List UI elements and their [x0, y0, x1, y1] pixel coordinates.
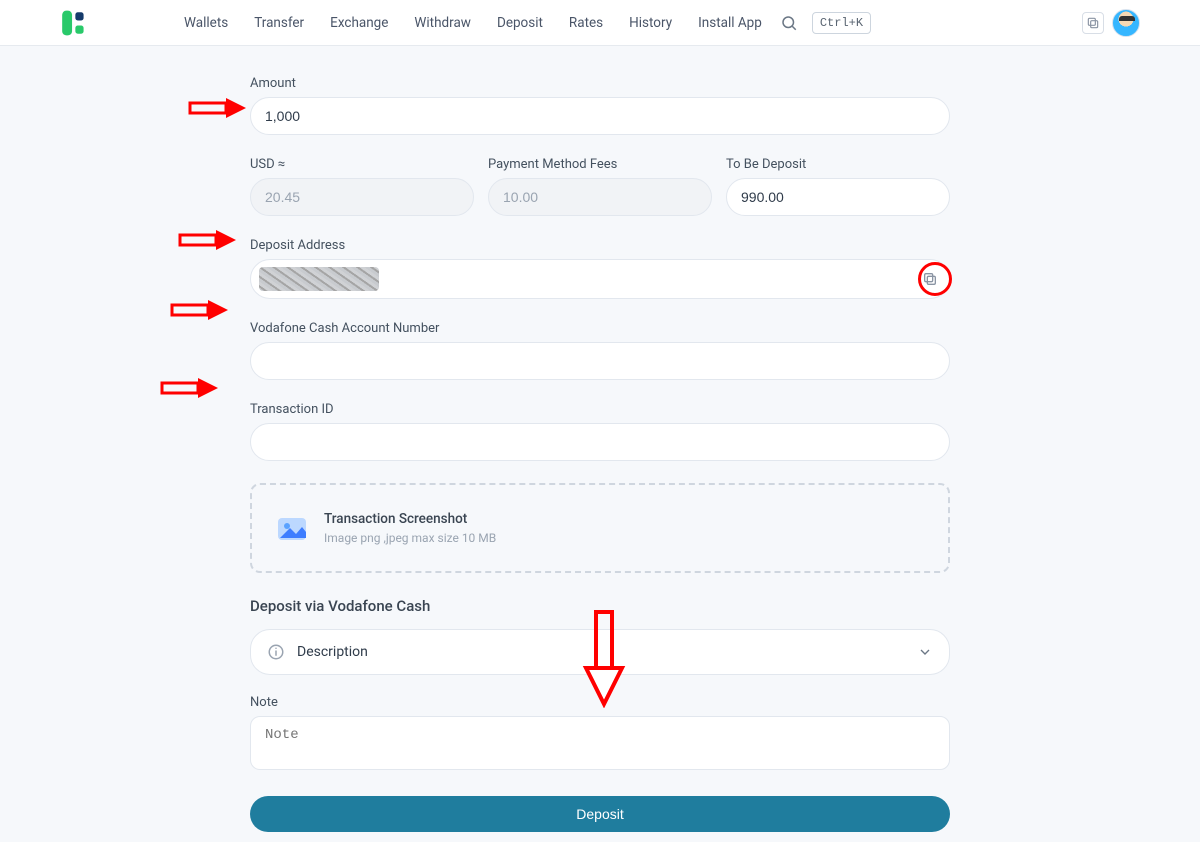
- nav-wallets[interactable]: Wallets: [184, 15, 228, 31]
- vodafone-input[interactable]: [250, 342, 950, 380]
- nav-deposit[interactable]: Deposit: [497, 15, 543, 31]
- annotation-arrow-vodafone: [170, 296, 232, 324]
- deposit-submit-button[interactable]: Deposit: [250, 796, 950, 832]
- note-group: Note: [250, 695, 950, 774]
- vodafone-label: Vodafone Cash Account Number: [250, 321, 950, 336]
- description-label: Description: [297, 644, 368, 660]
- annotation-arrow-address: [178, 226, 240, 254]
- top-bar: Wallets Transfer Exchange Withdraw Depos…: [0, 0, 1200, 46]
- amount-group: Amount: [250, 76, 950, 135]
- fees-label: Payment Method Fees: [488, 157, 712, 172]
- deposit-via-title: Deposit via Vodafone Cash: [250, 597, 950, 615]
- amount-label: Amount: [250, 76, 950, 91]
- fees-value: [488, 178, 712, 216]
- todeposit-group: To Be Deposit: [726, 157, 950, 216]
- topbar-right: Ctrl+K: [780, 12, 871, 34]
- todeposit-label: To Be Deposit: [726, 157, 950, 172]
- txid-label: Transaction ID: [250, 402, 950, 417]
- deposit-address-field: [250, 259, 950, 299]
- note-label: Note: [250, 695, 950, 710]
- window-copy-icon[interactable]: [1082, 12, 1104, 34]
- annotation-arrow-txid: [160, 374, 222, 402]
- nav-history[interactable]: History: [629, 15, 672, 31]
- usd-group: USD ≈: [250, 157, 474, 216]
- image-icon: [276, 512, 308, 544]
- todeposit-value[interactable]: [726, 178, 950, 216]
- upload-subtitle: Image png ,jpeg max size 10 MB: [324, 531, 496, 545]
- annotation-arrow-amount: [188, 94, 250, 122]
- copy-address-button[interactable]: [917, 266, 943, 292]
- vodafone-group: Vodafone Cash Account Number: [250, 321, 950, 380]
- main-nav: Wallets Transfer Exchange Withdraw Depos…: [184, 15, 762, 31]
- amount-input[interactable]: [250, 97, 950, 135]
- fees-group: Payment Method Fees: [488, 157, 712, 216]
- txid-group: Transaction ID: [250, 402, 950, 461]
- summary-row: USD ≈ Payment Method Fees To Be Deposit: [250, 157, 950, 216]
- nav-transfer[interactable]: Transfer: [254, 15, 304, 31]
- deposit-address-label: Deposit Address: [250, 238, 950, 253]
- deposit-address-value-redacted: [259, 267, 379, 291]
- txid-input[interactable]: [250, 423, 950, 461]
- deposit-address-group: Deposit Address: [250, 238, 950, 299]
- nav-install-app[interactable]: Install App: [698, 15, 762, 31]
- nav-withdraw[interactable]: Withdraw: [414, 15, 471, 31]
- nav-rates[interactable]: Rates: [569, 15, 603, 31]
- upload-box[interactable]: Transaction Screenshot Image png ,jpeg m…: [250, 483, 950, 573]
- shortcut-hint: Ctrl+K: [812, 12, 871, 34]
- page-body: Amount USD ≈ Payment Method Fees To Be D…: [0, 46, 1200, 842]
- usd-value: [250, 178, 474, 216]
- logo[interactable]: [60, 9, 94, 37]
- search-icon[interactable]: [780, 14, 798, 32]
- nav-exchange[interactable]: Exchange: [330, 15, 388, 31]
- note-input[interactable]: [250, 716, 950, 770]
- usd-label: USD ≈: [250, 157, 474, 172]
- chevron-down-icon: [917, 644, 933, 660]
- deposit-form: Amount USD ≈ Payment Method Fees To Be D…: [250, 46, 950, 832]
- avatar[interactable]: [1112, 9, 1140, 37]
- description-expando[interactable]: Description: [250, 629, 950, 675]
- info-icon: [267, 643, 285, 661]
- upload-title: Transaction Screenshot: [324, 511, 496, 527]
